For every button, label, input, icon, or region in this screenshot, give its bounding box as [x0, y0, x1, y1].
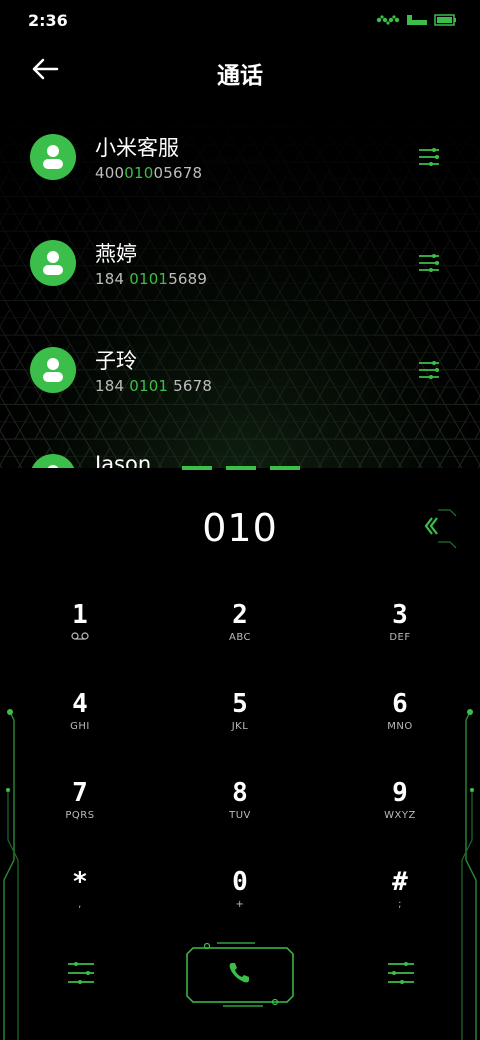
contact-options-button[interactable]: [418, 146, 440, 168]
contact-name: 燕婷: [95, 242, 137, 266]
key-hash[interactable]: # ;: [340, 867, 460, 937]
contact-options-button[interactable]: [418, 252, 440, 274]
battery-icon: [434, 14, 456, 26]
key-4[interactable]: 4 GHI: [20, 689, 140, 759]
key-1[interactable]: 1: [20, 600, 140, 670]
dialed-number-display: 010: [202, 506, 278, 550]
key-3[interactable]: 3 DEF: [340, 600, 460, 670]
dialer-menu-right-button[interactable]: [386, 958, 416, 988]
contact-number: 40001005678: [95, 164, 203, 182]
header: 通话: [0, 40, 480, 104]
contact-name: 子玲: [95, 349, 137, 373]
contact-number: 184 01015689: [95, 270, 208, 288]
signal-icon: [407, 15, 427, 25]
contact-name: 小米客服: [95, 136, 179, 160]
sliders-icon: [419, 361, 439, 379]
dialer-menu-left-button[interactable]: [66, 958, 96, 988]
key-8[interactable]: 8 TUV: [180, 778, 300, 848]
key-0[interactable]: 0 +: [180, 867, 300, 937]
handle-bar: [270, 466, 300, 470]
status-bar: 2:36: [0, 0, 480, 40]
status-time: 2:36: [28, 11, 68, 30]
phone-icon: [229, 963, 249, 983]
person-icon: [43, 251, 63, 275]
handle-bar: [226, 466, 256, 470]
sliders-icon: [419, 148, 439, 166]
contact-item[interactable]: Jason: [0, 430, 480, 468]
backspace-icon: [424, 509, 457, 549]
person-icon: [47, 465, 59, 468]
contact-item[interactable]: 燕婷 184 01015689: [0, 216, 480, 306]
person-icon: [43, 358, 63, 382]
panel-handle[interactable]: [182, 466, 300, 470]
contact-avatar: [30, 454, 76, 468]
key-6[interactable]: 6 MNO: [340, 689, 460, 759]
key-7[interactable]: 7 PQRS: [20, 778, 140, 848]
status-icons: [376, 14, 456, 26]
contact-avatar: [30, 347, 76, 393]
call-button-frame: [186, 942, 294, 1007]
wifi-icon: [376, 15, 400, 25]
sliders-icon: [68, 962, 94, 984]
key-2[interactable]: 2 ABC: [180, 600, 300, 670]
contact-item[interactable]: 子玲 184 0101 5678: [0, 323, 480, 413]
delete-button[interactable]: [420, 504, 457, 552]
page-title: 通话: [217, 63, 263, 89]
key-star[interactable]: * ,: [20, 867, 140, 937]
contact-list: 小米客服 40001005678 燕婷 184 01015689 子玲 184 …: [0, 110, 480, 468]
sliders-icon: [419, 254, 439, 272]
key-5[interactable]: 5 JKL: [180, 689, 300, 759]
contact-avatar: [30, 240, 76, 286]
contact-item[interactable]: 小米客服 40001005678: [0, 110, 480, 200]
contact-options-button[interactable]: [418, 359, 440, 381]
call-button[interactable]: [183, 940, 297, 1008]
contact-avatar: [30, 134, 76, 180]
contact-number: 184 0101 5678: [95, 377, 213, 395]
person-icon: [43, 145, 63, 169]
sliders-icon: [388, 962, 414, 984]
voicemail-icon: [20, 632, 140, 643]
circuit-decoration-right: [461, 709, 477, 1040]
handle-bar: [182, 466, 212, 470]
key-9[interactable]: 9 WXYZ: [340, 778, 460, 848]
contact-name: Jason: [95, 452, 152, 468]
circuit-decoration-left: [3, 709, 19, 1040]
